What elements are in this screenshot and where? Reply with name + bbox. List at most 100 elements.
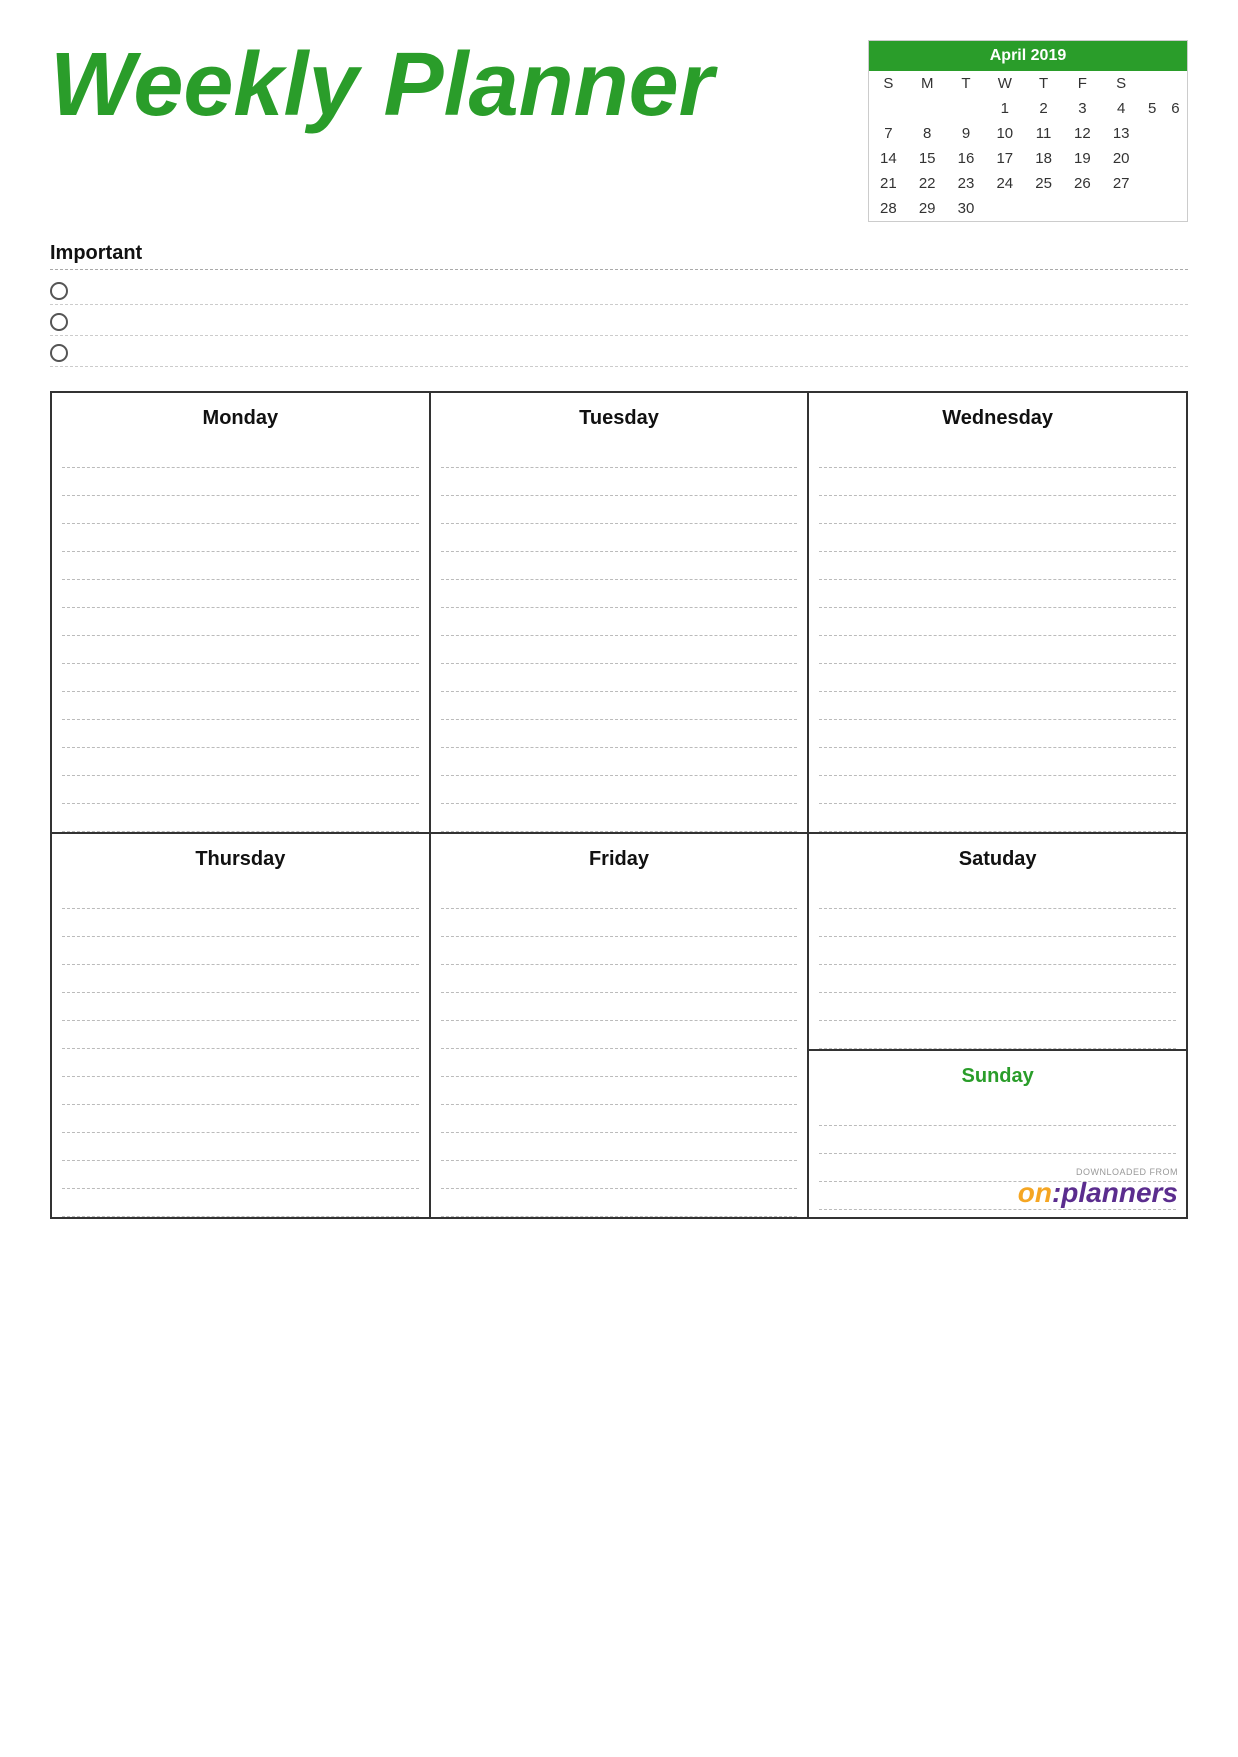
day-line — [441, 1105, 798, 1133]
cal-day-header: F — [1063, 71, 1102, 96]
cal-day-cell: 19 — [1063, 146, 1102, 171]
day-line — [819, 440, 1176, 468]
cal-day-cell: 11 — [1024, 121, 1063, 146]
day-header: Wednesday — [809, 393, 1186, 440]
day-lines — [431, 881, 808, 1217]
cal-day-cell: 15 — [908, 146, 947, 171]
day-line — [441, 1161, 798, 1189]
day-line — [819, 881, 1176, 909]
day-line — [62, 1105, 419, 1133]
cal-day-cell: 24 — [985, 171, 1024, 196]
day-header: Friday — [431, 834, 808, 881]
day-cell: Monday — [52, 393, 431, 834]
top-day-grid: MondayTuesdayWednesday — [50, 391, 1188, 834]
day-line — [441, 552, 798, 580]
day-line — [819, 1021, 1176, 1049]
important-section: Important — [50, 242, 1188, 367]
cal-day-header: T — [1024, 71, 1063, 96]
day-line — [819, 993, 1176, 1021]
cal-day-header: T — [947, 71, 986, 96]
day-line — [441, 804, 798, 832]
day-line — [62, 881, 419, 909]
cal-day-cell: 7 — [869, 121, 908, 146]
day-line — [62, 524, 419, 552]
day-lines — [809, 881, 1186, 1049]
day-header-sunday: Sunday — [809, 1051, 1186, 1098]
day-line — [62, 636, 419, 664]
day-line — [441, 664, 798, 692]
calendar-table: SMTWTFS 12345678910111213141516171819202… — [869, 71, 1187, 221]
cal-day-cell — [869, 96, 908, 121]
day-line — [62, 937, 419, 965]
day-line — [819, 1126, 1176, 1154]
mini-calendar: April 2019 SMTWTFS 123456789101112131415… — [868, 40, 1188, 222]
cal-day-cell: 21 — [869, 171, 908, 196]
checkbox-circle-icon — [50, 313, 68, 331]
cal-day-header: M — [908, 71, 947, 96]
day-line — [819, 664, 1176, 692]
checkbox-circle-icon — [50, 282, 68, 300]
day-line — [819, 804, 1176, 832]
day-line — [62, 776, 419, 804]
day-line — [62, 552, 419, 580]
day-line — [62, 608, 419, 636]
day-line — [819, 496, 1176, 524]
day-line — [441, 468, 798, 496]
watermark: DOWNLOADED FROMon:planners — [1018, 1167, 1178, 1209]
day-line — [441, 580, 798, 608]
cal-day-cell: 13 — [1102, 121, 1141, 146]
watermark-colon: : — [1052, 1177, 1061, 1209]
day-line — [819, 1098, 1176, 1126]
important-item — [50, 340, 1188, 367]
cal-day-cell: 8 — [908, 121, 947, 146]
day-lines — [809, 440, 1186, 832]
day-cell: Tuesday — [431, 393, 810, 834]
day-line — [62, 1161, 419, 1189]
day-line — [62, 748, 419, 776]
cal-day-cell: 29 — [908, 196, 947, 221]
cal-day-cell: 27 — [1102, 171, 1141, 196]
day-line — [819, 468, 1176, 496]
day-line — [441, 496, 798, 524]
day-header: Monday — [52, 393, 429, 440]
cal-day-cell — [1102, 196, 1141, 221]
cal-day-header: W — [985, 71, 1024, 96]
watermark-brand: on:planners — [1018, 1177, 1178, 1209]
day-line — [62, 993, 419, 1021]
day-header: Thursday — [52, 834, 429, 881]
day-line — [819, 636, 1176, 664]
day-line — [62, 909, 419, 937]
important-item — [50, 278, 1188, 305]
day-line — [62, 664, 419, 692]
page-header: Weekly Planner April 2019 SMTWTFS 123456… — [50, 40, 1188, 222]
day-cell-friday: Friday — [431, 834, 810, 1217]
day-line — [441, 993, 798, 1021]
cal-day-cell: 2 — [1024, 96, 1063, 121]
day-lines — [52, 440, 429, 832]
bottom-day-grid: ThursdayFridaySatudaySundayDOWNLOADED FR… — [50, 834, 1188, 1219]
day-line — [441, 1189, 798, 1217]
day-line — [819, 776, 1176, 804]
cal-day-cell: 14 — [869, 146, 908, 171]
checkbox-circle-icon — [50, 344, 68, 362]
day-line — [441, 692, 798, 720]
day-line — [441, 720, 798, 748]
cal-day-cell — [908, 96, 947, 121]
day-line — [441, 881, 798, 909]
cal-day-cell: 9 — [947, 121, 986, 146]
day-line — [62, 965, 419, 993]
cal-day-cell: 30 — [947, 196, 986, 221]
calendar-header: April 2019 — [869, 41, 1187, 71]
day-line — [62, 580, 419, 608]
cal-day-cell — [947, 96, 986, 121]
cal-day-cell: 20 — [1102, 146, 1141, 171]
cal-day-cell — [1024, 196, 1063, 221]
day-line — [441, 748, 798, 776]
day-line — [62, 1189, 419, 1217]
day-line — [441, 1133, 798, 1161]
cal-day-cell: 22 — [908, 171, 947, 196]
day-line — [62, 1049, 419, 1077]
important-items — [50, 278, 1188, 367]
cal-day-cell: 5 — [1141, 96, 1164, 121]
cal-day-header: S — [869, 71, 908, 96]
